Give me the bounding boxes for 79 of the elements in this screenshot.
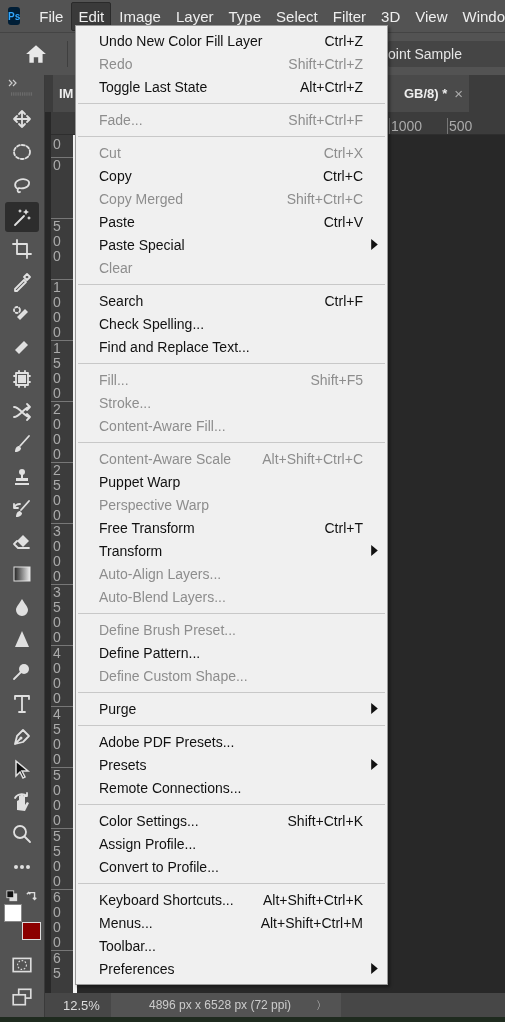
ruler-label: 2500 bbox=[53, 463, 61, 523]
zoom-level[interactable]: 12.5% bbox=[63, 997, 111, 1013]
menu-item[interactable]: Preferences bbox=[78, 957, 385, 980]
ruler-label: 6000 bbox=[53, 890, 61, 950]
ruler-label: 1500 bbox=[53, 341, 61, 401]
home-icon[interactable] bbox=[25, 43, 47, 65]
menu-item[interactable]: Assign Profile... bbox=[78, 832, 385, 855]
more-icon bbox=[14, 864, 30, 869]
menu-item[interactable]: Copy Ctrl+C bbox=[78, 164, 385, 187]
document-info[interactable]: 4896 px x 6528 px (72 ppi) 〉 bbox=[111, 993, 341, 1017]
menu-item[interactable]: Adobe PDF Presets... bbox=[78, 730, 385, 753]
expand-button[interactable]: 〉 bbox=[316, 997, 327, 1013]
foreground-color-swatch[interactable] bbox=[4, 904, 22, 922]
ruler-label: 2000 bbox=[53, 402, 61, 462]
menu-bar-item[interactable]: View bbox=[408, 1, 455, 31]
hand-icon bbox=[12, 791, 32, 812]
dashed-circle-icon bbox=[12, 141, 32, 162]
menu-item[interactable]: Check Spelling... bbox=[78, 312, 385, 335]
cursor-icon bbox=[12, 759, 32, 779]
ruler-label: 500 bbox=[447, 118, 505, 134]
ruler-label: 65 bbox=[53, 951, 61, 981]
type-icon bbox=[12, 694, 32, 714]
dodge-icon bbox=[12, 661, 32, 682]
menu-item[interactable]: Puppet Warp bbox=[78, 470, 385, 493]
background-color-swatch[interactable] bbox=[22, 922, 41, 940]
app-logo[interactable]: Ps bbox=[8, 7, 21, 25]
pen-icon bbox=[12, 726, 32, 747]
menu-item[interactable]: Purge bbox=[78, 697, 385, 720]
search-icon bbox=[12, 824, 32, 844]
ruler-label: 4500 bbox=[53, 707, 61, 767]
ruler-label: 3500 bbox=[53, 585, 61, 645]
triangle-icon bbox=[12, 629, 32, 649]
gradient-icon bbox=[12, 564, 32, 584]
tab-title: IM bbox=[59, 86, 74, 101]
ruler-label: 0 bbox=[53, 137, 61, 152]
menu-item[interactable]: Color Settings... Shift+Ctrl+K bbox=[78, 809, 385, 832]
menu-item[interactable]: Transform bbox=[78, 539, 385, 562]
ruler-label: 5000 bbox=[53, 768, 61, 828]
menu-item[interactable]: Remote Connections... bbox=[78, 776, 385, 799]
menu-item[interactable]: Menus... Alt+Shift+Ctrl+M bbox=[78, 911, 385, 934]
screen-mode-icon[interactable] bbox=[11, 986, 33, 1008]
menu-bar-item[interactable]: File bbox=[32, 1, 71, 31]
menu-item[interactable]: Convert to Profile... bbox=[78, 855, 385, 878]
ruler-label: 500 bbox=[53, 219, 61, 264]
move-icon bbox=[12, 109, 32, 129]
menu-item[interactable]: Search Ctrl+F bbox=[78, 289, 385, 312]
tab-title: GB/8) * bbox=[403, 86, 448, 101]
eyedropper-icon bbox=[12, 271, 32, 292]
menu-bar-item[interactable]: 3D bbox=[374, 1, 408, 31]
crossed-arrows-icon bbox=[12, 401, 32, 422]
chip-icon bbox=[12, 369, 32, 389]
menu-item[interactable]: Presets bbox=[78, 753, 385, 776]
ruler-label: 0 bbox=[53, 158, 61, 173]
collapse-icon[interactable] bbox=[8, 79, 18, 87]
swap-arrows-icon[interactable] bbox=[26, 890, 38, 902]
tool-button[interactable] bbox=[5, 201, 39, 232]
stamp-icon bbox=[12, 466, 32, 487]
ruler-label: 5500 bbox=[53, 829, 61, 889]
document-size-text: 4896 px x 6528 px (72 ppi) bbox=[149, 998, 292, 1012]
close-button[interactable]: × bbox=[454, 85, 463, 102]
menu-item[interactable]: Undo New Color Fill Layer Ctrl+Z bbox=[78, 29, 385, 52]
history-brush-icon bbox=[12, 499, 32, 519]
menu-item[interactable]: Toggle Last State Alt+Ctrl+Z bbox=[78, 75, 385, 98]
crop-icon bbox=[12, 239, 32, 259]
menu-item[interactable]: Paste Special bbox=[78, 233, 385, 256]
ruler-label: 3000 bbox=[53, 524, 61, 584]
menu-bar-item[interactable]: Windo bbox=[455, 1, 505, 31]
default-colors-icon[interactable] bbox=[6, 890, 18, 902]
menu-item[interactable]: Define Pattern... bbox=[78, 641, 385, 664]
menu-item[interactable]: Free Transform Ctrl+T bbox=[78, 516, 385, 539]
brush-icon bbox=[12, 434, 32, 454]
ruler-label: 1000 bbox=[53, 280, 61, 340]
ruler-label: 4000 bbox=[53, 646, 61, 706]
menu-item[interactable]: Paste Ctrl+V bbox=[78, 210, 385, 233]
sample-dropdown[interactable]: oint Sample bbox=[388, 41, 505, 67]
menu-item[interactable]: Find and Replace Text... bbox=[78, 335, 385, 358]
ruler-label: 1000 bbox=[389, 118, 447, 134]
menu-item[interactable]: Toolbar... bbox=[78, 934, 385, 957]
menu-item[interactable]: Keyboard Shortcuts... Alt+Shift+Ctrl+K bbox=[78, 888, 385, 911]
